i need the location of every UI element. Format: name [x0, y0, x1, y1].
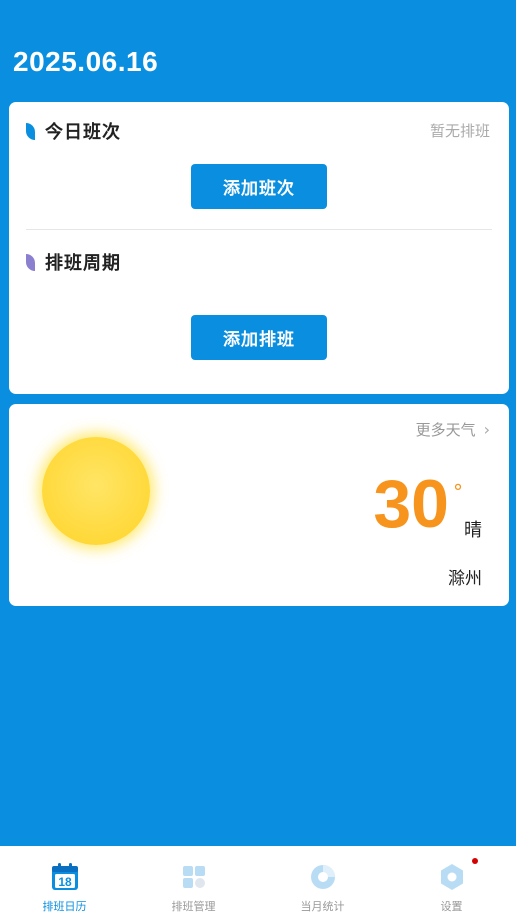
leaf-icon — [26, 122, 35, 140]
calendar-badge: 18 — [58, 875, 72, 889]
temperature-value: 30 — [373, 466, 449, 542]
calendar-icon: 18 — [51, 863, 78, 890]
pie-chart-icon — [310, 865, 335, 889]
add-shift-button[interactable]: 添加班次 — [191, 164, 327, 209]
weather-condition: 晴 — [464, 520, 482, 541]
tab-monthly-stats[interactable]: 当月统计 — [258, 846, 387, 922]
shift-cycle-title: 排班周期 — [45, 253, 121, 274]
tab-label: 当月统计 — [300, 900, 345, 913]
shift-cycle-header: 排班周期 — [26, 249, 121, 275]
notification-dot — [472, 858, 478, 864]
add-schedule-button[interactable]: 添加排班 — [191, 315, 327, 360]
tab-label: 设置 — [440, 900, 463, 913]
chevron-right-icon: › — [483, 420, 490, 439]
weather-card[interactable]: 更多天气 › 30 ° 晴 滁州 — [9, 404, 509, 606]
city-name: 滁州 — [448, 569, 482, 589]
page-title-date: 2025.06.16 — [13, 46, 159, 77]
bottom-tab-bar: 18 排班日历 排班管理 当月统计 设置 — [0, 846, 516, 922]
more-weather-label: 更多天气 — [415, 421, 476, 439]
more-weather-link[interactable]: 更多天气 › — [416, 419, 490, 440]
today-shift-header: 今日班次 — [26, 118, 121, 144]
tab-label: 排班管理 — [171, 900, 216, 913]
divider — [26, 229, 492, 230]
today-shift-status: 暂无排班 — [429, 122, 490, 140]
tab-label: 排班日历 — [42, 900, 87, 913]
grid-icon — [182, 866, 205, 888]
app-root: 2025.06.16 今日班次 暂无排班 添加班次 排班周期 添加排班 更多天气… — [0, 0, 516, 922]
hexagon-settings-icon — [440, 864, 463, 890]
tab-schedule-calendar[interactable]: 18 排班日历 — [0, 846, 129, 922]
sun-icon — [42, 437, 150, 545]
today-shift-title: 今日班次 — [45, 122, 121, 143]
tab-settings[interactable]: 设置 — [387, 846, 516, 922]
tab-schedule-management[interactable]: 排班管理 — [129, 846, 258, 922]
shift-card: 今日班次 暂无排班 添加班次 排班周期 添加排班 — [9, 102, 509, 394]
degree-symbol: ° — [453, 480, 463, 504]
leaf-icon — [26, 253, 35, 271]
